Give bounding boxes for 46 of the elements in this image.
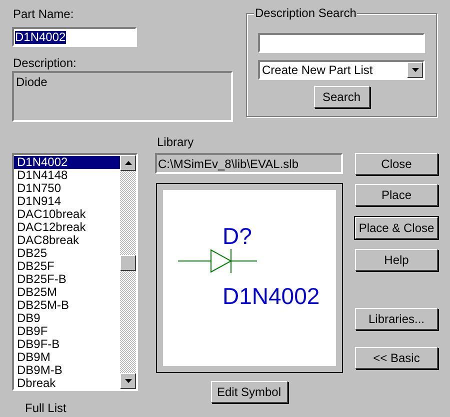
parts-list-item[interactable]: Dbreak (14, 377, 120, 389)
parts-list-item[interactable]: DAC10break (14, 208, 120, 221)
library-path-field: C:\MSimEv_8\lib\EVAL.slb (155, 153, 343, 174)
full-list-label: Full List (25, 401, 68, 415)
part-list-dropdown[interactable]: Create New Part List (258, 60, 425, 80)
parts-list-item[interactable]: D1N4148 (14, 169, 120, 182)
search-field[interactable] (258, 33, 425, 53)
parts-list-item[interactable]: D1N914 (14, 195, 120, 208)
library-label: Library (157, 135, 195, 149)
description-field: Diode (12, 71, 233, 122)
search-button[interactable]: Search (314, 86, 370, 108)
parts-list-item[interactable]: DB9 (14, 312, 120, 325)
down-arrow-icon (124, 379, 132, 383)
part-label: D1N4002 (222, 284, 321, 308)
scroll-down-button[interactable] (120, 373, 136, 389)
part-name-field[interactable]: D1N4002 (12, 27, 137, 47)
part-name-label: Part Name: (13, 7, 75, 21)
scrollbar[interactable] (120, 155, 136, 389)
parts-list-item[interactable]: D1N750 (14, 182, 120, 195)
parts-list-item[interactable]: DB25F (14, 260, 120, 273)
parts-list-item[interactable]: DB25M-B (14, 299, 120, 312)
parts-list-item[interactable]: DB25 (14, 247, 120, 260)
description-label: Description: (13, 56, 78, 70)
up-arrow-icon (124, 161, 132, 165)
down-arrow-icon (412, 68, 418, 72)
parts-list-item[interactable]: DB9M-B (14, 364, 120, 377)
edit-symbol-button[interactable]: Edit Symbol (210, 381, 288, 403)
dialog-button[interactable]: Place & Close (355, 217, 438, 239)
scroll-thumb[interactable] (120, 255, 136, 271)
parts-list-item[interactable]: DB25F-B (14, 273, 120, 286)
parts-list-item[interactable]: D1N4002 (14, 156, 120, 169)
scroll-up-button[interactable] (120, 155, 136, 171)
parts-list-item[interactable]: DB25M (14, 286, 120, 299)
dialog-button[interactable]: Help (355, 249, 438, 271)
parts-list-item[interactable]: DAC12break (14, 221, 120, 234)
parts-list-item[interactable]: DAC8break (14, 234, 120, 247)
parts-list-item[interactable]: DB9M (14, 351, 120, 364)
dialog-button[interactable]: Place (355, 184, 438, 206)
dialog-button[interactable]: Close (355, 153, 438, 175)
group-title: Description Search (254, 6, 358, 20)
dialog-button[interactable]: Libraries... (355, 308, 438, 330)
parts-list-item[interactable]: DB9F-B (14, 338, 120, 351)
diode-symbol-icon (178, 248, 258, 274)
reference-designator: D? (222, 224, 253, 248)
dialog-button[interactable]: << Basic (355, 347, 438, 369)
parts-list-item[interactable]: DB9F (14, 325, 120, 338)
